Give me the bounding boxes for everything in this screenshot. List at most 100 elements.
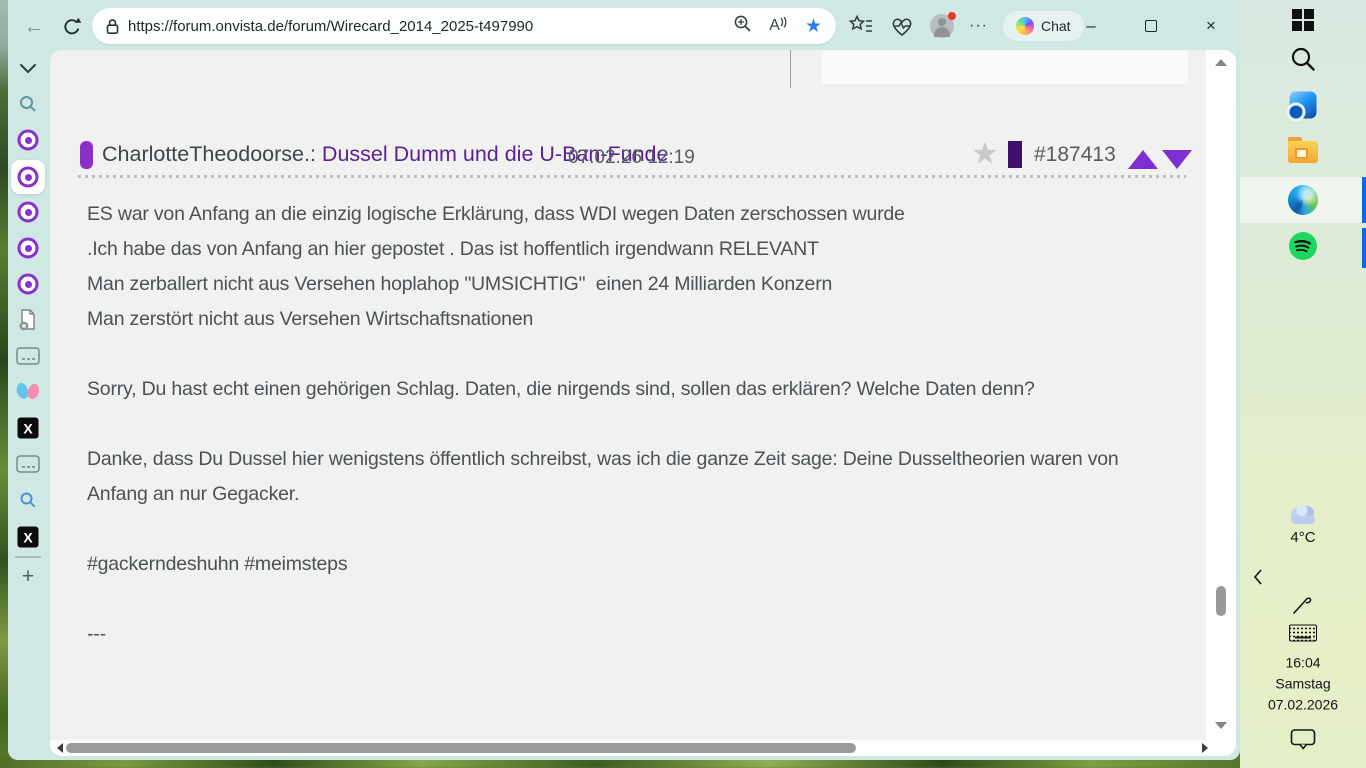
tab-onvista-2[interactable] [18,202,39,223]
scroll-left-arrow[interactable] [57,743,63,753]
search-icon [1290,46,1316,72]
windows-taskbar: 4°C 16:04 Samstag 07.02.2026 [1240,0,1366,768]
cloud-icon [1285,504,1321,526]
search-blue-icon [19,491,37,509]
clock-time: 16:04 [1285,653,1320,674]
address-bar[interactable]: https://forum.onvista.de/forum/Wirecard_… [92,8,836,44]
content-divider-line [790,50,791,88]
back-button[interactable]: ← [20,13,48,41]
tab-search-blue[interactable] [19,491,37,509]
toolbar-buttons: ··· Chat [848,8,1084,44]
keyboard-icon [1289,625,1317,642]
vertical-scrollbar-thumb[interactable] [1216,586,1226,616]
profile-notification-dot [948,12,956,20]
page-content: CharlotteTheodoorse.: Dussel Dumm und di… [50,50,1236,756]
scroll-down-arrow[interactable] [1215,722,1227,729]
next-post-arrow[interactable] [1162,150,1192,169]
read-aloud-icon[interactable]: A [769,17,788,35]
post-signature-divider: --- [87,617,1179,652]
notification-center-button[interactable] [1290,728,1316,750]
vertical-scrollbar[interactable] [1206,50,1236,740]
weather-widget[interactable]: 4°C [1285,504,1321,546]
post-author[interactable]: CharlotteTheodoorse.: [102,142,316,166]
address-bar-actions: A ★ [733,14,822,38]
folder-icon [1288,141,1318,163]
notification-bubble-icon [1290,728,1316,750]
browser-toolbar: ← https://forum.onvista.de/forum/Wirecar… [8,0,1240,52]
post-accent-pill [80,141,93,169]
post-paragraph: ES war von Anfang an die einzig logische… [87,197,1179,337]
collections-icon[interactable] [848,13,874,39]
copilot-chat-label: Chat [1041,18,1071,34]
post-paragraph: Danke, dass Du Dussel hier wenigstens öf… [87,442,1179,512]
tab-onvista-4[interactable] [18,274,39,295]
spotify-button[interactable] [1288,231,1318,261]
edge-sidebar: X X + [8,52,48,756]
clock-day: Samstag [1275,674,1330,695]
x-logo-icon: X [18,527,39,548]
watch-star-icon[interactable]: ★ [972,136,998,171]
sidebar-search-icon[interactable] [19,95,38,114]
tray-expand-chevron[interactable] [1252,568,1264,586]
horizontal-scrollbar[interactable] [50,740,1236,756]
scroll-right-arrow[interactable] [1202,743,1208,753]
tab-msn[interactable] [16,382,40,402]
card-icon [16,347,40,365]
onvista-favicon [18,202,39,223]
reload-icon [62,17,82,37]
tab-onvista-1[interactable] [18,130,39,151]
scroll-up-arrow[interactable] [1215,59,1227,66]
previous-post-fragment [822,50,1188,84]
onvista-favicon [18,238,39,259]
settings-more-icon[interactable]: ··· [969,17,988,35]
profile-avatar[interactable] [930,14,954,38]
tab-x-1[interactable]: X [18,418,39,439]
taskbar-clock[interactable]: 16:04 Samstag 07.02.2026 [1268,653,1338,716]
x-logo-icon: X [18,418,39,439]
browser-essentials-icon[interactable] [889,13,915,39]
edge-button[interactable] [1288,185,1318,215]
maximize-button[interactable] [1136,11,1166,41]
tab-card-2[interactable] [16,455,40,473]
zoom-icon[interactable] [733,14,752,38]
url-text: https://forum.onvista.de/forum/Wirecard_… [128,18,533,35]
card-icon [16,455,40,473]
maximize-icon [1145,20,1157,32]
weather-temperature: 4°C [1290,529,1315,546]
copilot-icon [1016,17,1034,35]
onvista-favicon [18,130,39,151]
previous-post-arrow[interactable] [1128,150,1158,169]
tab-document-blocked[interactable] [17,308,39,332]
outlook-button[interactable] [1290,92,1317,119]
post-hashtags: #gackerndeshuhn #meimsteps [87,547,1179,582]
minimize-button[interactable]: – [1076,11,1106,41]
file-explorer-button[interactable] [1288,141,1318,163]
tab-onvista-active[interactable] [18,167,39,188]
tab-onvista-3[interactable] [18,238,39,259]
sidebar-divider [15,557,41,558]
touch-keyboard-button[interactable] [1289,625,1317,642]
start-button[interactable] [1292,9,1314,31]
outlook-icon [1290,92,1317,119]
onvista-favicon [18,274,39,295]
onvista-favicon [18,167,39,188]
taskbar-search-button[interactable] [1290,46,1316,72]
pen-icon [1291,593,1315,615]
spotify-running-indicator [1362,228,1366,268]
windows-logo-icon [1292,9,1314,31]
browser-window: ← https://forum.onvista.de/forum/Wirecar… [8,0,1240,760]
desktop-wallpaper-left [0,0,8,768]
post-number: #187413 [1034,143,1116,167]
post-body: ES war von Anfang an die einzig logische… [87,197,1179,687]
windows-ink-button[interactable] [1291,593,1315,615]
favorite-star-icon[interactable]: ★ [805,17,822,36]
edge-icon [1288,185,1318,215]
sidebar-collapse-chevron-icon[interactable] [18,62,38,74]
close-button[interactable]: × [1196,11,1226,41]
copilot-chat-button[interactable]: Chat [1003,11,1084,41]
reload-button[interactable] [58,13,86,41]
new-tab-button[interactable]: + [22,565,34,589]
tab-x-2[interactable]: X [18,527,39,548]
horizontal-scrollbar-thumb[interactable] [66,743,856,753]
tab-card-1[interactable] [16,347,40,365]
